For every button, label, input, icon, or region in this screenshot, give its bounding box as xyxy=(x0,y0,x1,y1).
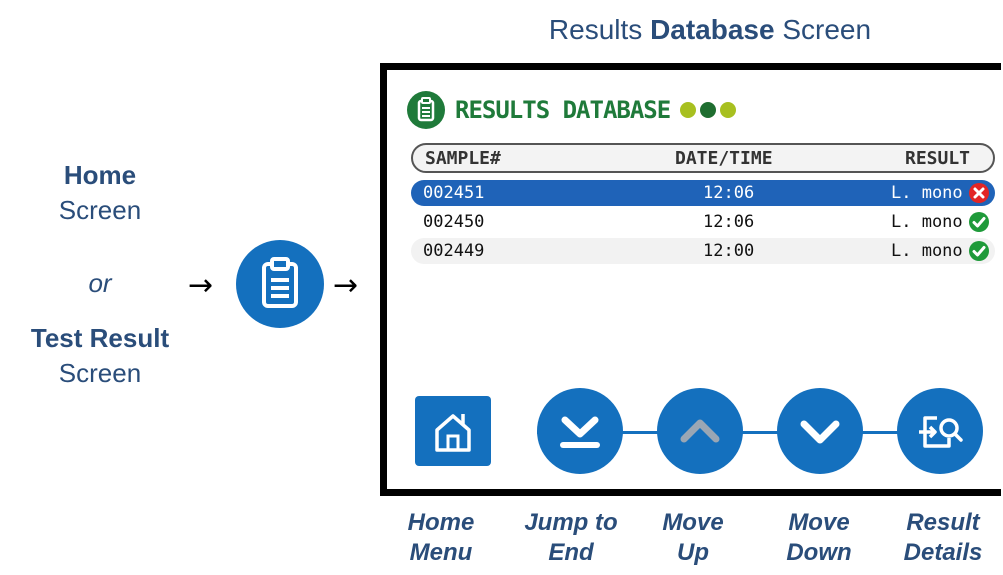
caption-move-down: Move Down xyxy=(759,508,879,568)
chevron-down-icon xyxy=(800,420,840,444)
home-screen-word: Screen xyxy=(58,195,142,225)
row-sample: 002449 xyxy=(423,241,485,261)
or-label: or xyxy=(88,268,112,298)
caption-line: Home xyxy=(407,509,475,536)
test-result-screen-word: Screen xyxy=(58,358,142,388)
row-time: 12:06 xyxy=(703,212,755,232)
results-database-screen: RESULTS DATABASE SAMPLE# DATE/TIME RESUL… xyxy=(380,63,1001,496)
col-datetime: DATE/TIME xyxy=(675,148,773,169)
table-row[interactable]: 002451 12:06 L. mono xyxy=(411,180,995,206)
caption-line: Move xyxy=(788,509,850,536)
heading-post: Screen xyxy=(774,14,872,45)
move-down-button[interactable] xyxy=(777,388,863,474)
caption-home-menu: Home Menu xyxy=(381,508,501,568)
clipboard-icon xyxy=(262,257,298,308)
jump-to-end-icon xyxy=(560,416,600,448)
row-sample: 002450 xyxy=(423,212,485,232)
check-icon xyxy=(969,241,989,261)
home-button[interactable] xyxy=(415,396,491,466)
x-icon xyxy=(969,183,989,203)
test-result-screen-label: Test Result Screen xyxy=(10,323,190,389)
heading-pre: Results xyxy=(548,14,651,45)
home-icon xyxy=(435,414,471,452)
move-up-button[interactable] xyxy=(657,388,743,474)
dot-3 xyxy=(720,102,737,118)
caption-result-details: Result Details xyxy=(883,508,1003,568)
arrow-in: → xyxy=(188,268,214,303)
home-label: Home xyxy=(63,160,137,190)
screen-title-row: RESULTS DATABASE xyxy=(407,90,737,130)
row-result: L. mono xyxy=(891,183,963,203)
row-time: 12:06 xyxy=(703,183,755,203)
caption-line: End xyxy=(548,539,594,566)
arrow-out: → xyxy=(333,268,359,303)
row-sample: 002451 xyxy=(423,183,485,203)
row-result: L. mono xyxy=(891,241,963,261)
progress-dots xyxy=(680,102,737,118)
caption-line: Jump to xyxy=(524,509,618,536)
col-sample: SAMPLE# xyxy=(425,148,501,169)
column-header: SAMPLE# DATE/TIME RESULT xyxy=(411,143,995,173)
jump-to-end-button[interactable] xyxy=(537,388,623,474)
table-row[interactable]: 002449 12:00 L. mono xyxy=(411,238,995,264)
caption-line: Up xyxy=(677,539,709,566)
caption-move-up: Move Up xyxy=(633,508,753,568)
dot-1 xyxy=(680,102,697,118)
check-icon xyxy=(969,212,989,232)
heading-bold: Database xyxy=(650,14,775,45)
caption-line: Move xyxy=(662,509,724,536)
caption-line: Details xyxy=(903,539,983,566)
caption-line: Menu xyxy=(409,539,473,566)
result-details-icon xyxy=(919,416,963,448)
caption-line: Down xyxy=(786,539,852,566)
row-result: L. mono xyxy=(891,212,963,232)
table-row[interactable]: 002450 12:06 L. mono xyxy=(411,209,995,235)
screen-title: RESULTS DATABASE xyxy=(455,96,671,124)
diagram-heading: Results Database Screen xyxy=(500,14,920,46)
caption-line: Result xyxy=(906,509,980,536)
result-details-button[interactable] xyxy=(897,388,983,474)
chevron-up-icon xyxy=(680,419,720,443)
col-result: RESULT xyxy=(905,148,971,169)
results-database-button[interactable] xyxy=(236,240,324,328)
caption-jump-to-end: Jump to End xyxy=(511,508,631,568)
test-result-label: Test Result xyxy=(30,323,170,353)
dot-2 xyxy=(700,102,717,118)
home-screen-label: Home Screen xyxy=(10,160,190,226)
clipboard-icon xyxy=(407,91,445,129)
row-time: 12:00 xyxy=(703,241,755,261)
